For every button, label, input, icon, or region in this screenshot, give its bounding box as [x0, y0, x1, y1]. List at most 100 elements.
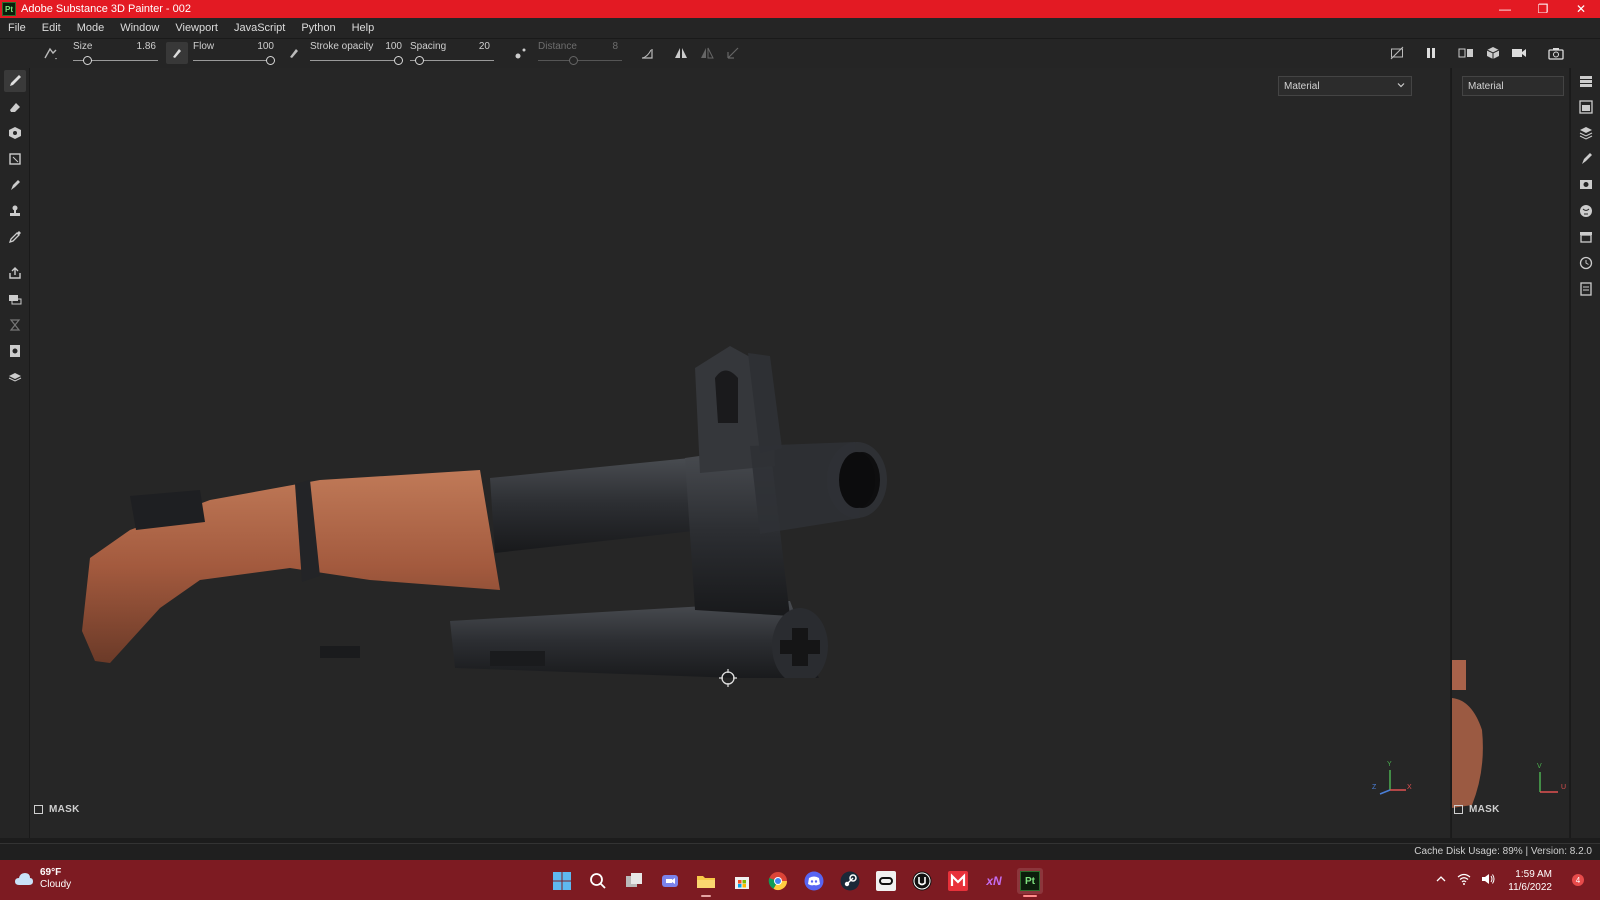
status-text: Cache Disk Usage: 89% | Version: 8.2.0: [1414, 846, 1592, 857]
bake-tool[interactable]: [4, 288, 26, 310]
screenshot-button[interactable]: [1545, 42, 1567, 64]
polygon-fill-tool[interactable]: [4, 148, 26, 170]
viewport-2d[interactable]: Material V U MASK: [1451, 68, 1569, 838]
symmetry-axis-button[interactable]: [722, 42, 744, 64]
smudge-tool[interactable]: [4, 174, 26, 196]
start-button[interactable]: [549, 868, 575, 894]
projection-tool[interactable]: [4, 122, 26, 144]
axis-y-label: Y: [1387, 761, 1392, 768]
shader-settings-button[interactable]: [1575, 200, 1597, 222]
menu-javascript[interactable]: JavaScript: [226, 22, 293, 34]
restore-icon: ❐: [1537, 2, 1549, 16]
flow-value[interactable]: 100: [240, 41, 274, 52]
chevron-up-icon[interactable]: [1435, 873, 1447, 885]
steam-button[interactable]: [837, 868, 863, 894]
distance-slider-track[interactable]: [538, 60, 622, 61]
menu-window[interactable]: Window: [112, 22, 167, 34]
channel-dropdown[interactable]: Material: [1278, 76, 1412, 96]
menu-help[interactable]: Help: [344, 22, 383, 34]
flow-slider-track[interactable]: [193, 60, 273, 61]
alignment-button[interactable]: [636, 42, 658, 64]
properties-button[interactable]: [1575, 148, 1597, 170]
pause-button[interactable]: [1420, 42, 1442, 64]
brush-preset-button[interactable]: [40, 42, 62, 64]
system-clock[interactable]: 1:59 AM 11/6/2022: [1508, 868, 1552, 894]
stroke-opacity-value[interactable]: 100: [370, 41, 402, 52]
rifle-3d-model[interactable]: [70, 338, 930, 678]
color-picker-tool[interactable]: [4, 226, 26, 248]
spacing-value[interactable]: 20: [460, 41, 490, 52]
speaker-icon[interactable]: [1481, 873, 1495, 885]
distance-slider-knob[interactable]: [569, 56, 578, 65]
menu-edit[interactable]: Edit: [34, 22, 69, 34]
symmetry-mirror-button[interactable]: [696, 42, 718, 64]
minimize-button[interactable]: —: [1486, 0, 1524, 18]
layers-button[interactable]: [1575, 122, 1597, 144]
oculus-button[interactable]: [873, 868, 899, 894]
search-button[interactable]: [585, 868, 611, 894]
size-label: Size: [73, 41, 93, 52]
menu-mode[interactable]: Mode: [69, 22, 113, 34]
menu-viewport[interactable]: Viewport: [167, 22, 226, 34]
history-button[interactable]: [1575, 252, 1597, 274]
iray-tool[interactable]: [4, 314, 26, 336]
spacing-slider-knob[interactable]: [415, 56, 424, 65]
discord-button[interactable]: [801, 868, 827, 894]
flow-slider-knob[interactable]: [266, 56, 275, 65]
microsoft-store-button[interactable]: [729, 868, 755, 894]
marmoset-button[interactable]: [945, 868, 971, 894]
display-mode-button[interactable]: [1482, 42, 1504, 64]
task-view-button[interactable]: [621, 868, 647, 894]
stroke-opacity-slider-knob[interactable]: [394, 56, 403, 65]
crosshair-cursor-icon: [719, 669, 737, 687]
weather-widget[interactable]: 69°F Cloudy: [14, 867, 71, 891]
teams-chat-button[interactable]: [657, 868, 683, 894]
menu-python[interactable]: Python: [293, 22, 343, 34]
eraser-tool[interactable]: [4, 96, 26, 118]
stroke-opacity-slider-track[interactable]: [310, 60, 402, 61]
notification-badge[interactable]: 4: [1572, 874, 1584, 886]
xnormal-button[interactable]: xN: [981, 868, 1007, 894]
viewport-3d[interactable]: Material Y X Z MASK: [30, 68, 1450, 838]
flow-pressure-button[interactable]: [166, 42, 188, 64]
camera-button[interactable]: [1508, 42, 1530, 64]
mask-checkbox[interactable]: [34, 805, 43, 814]
uv-channel-dropdown[interactable]: Material: [1462, 76, 1564, 96]
paint-tool[interactable]: [4, 70, 26, 92]
mask-toggle-2d[interactable]: MASK: [1454, 804, 1500, 815]
mask-checkbox-2d[interactable]: [1454, 805, 1463, 814]
assets-button[interactable]: [1575, 226, 1597, 248]
distance-value[interactable]: 8: [590, 41, 618, 52]
wifi-icon[interactable]: [1457, 873, 1471, 885]
chrome-button[interactable]: [765, 868, 791, 894]
axis-z-label: Z: [1372, 784, 1377, 791]
uv-texture-preview: [1452, 660, 1483, 808]
bake-icon: [9, 295, 22, 305]
close-button[interactable]: ✕: [1562, 0, 1600, 18]
size-value[interactable]: 1.86: [120, 41, 156, 52]
layers-stack-button[interactable]: [1575, 70, 1597, 92]
mask-toggle[interactable]: MASK: [34, 804, 80, 815]
lazy-mouse-button[interactable]: [510, 42, 532, 64]
texture-set-list-button[interactable]: [1575, 96, 1597, 118]
log-button[interactable]: [1575, 278, 1597, 300]
texture-set-tool[interactable]: [4, 340, 26, 362]
clone-tool[interactable]: [4, 200, 26, 222]
restore-button[interactable]: ❐: [1524, 0, 1562, 18]
clock-date: 11/6/2022: [1508, 882, 1552, 893]
export-tool[interactable]: [4, 262, 26, 284]
uv-tool[interactable]: [4, 366, 26, 388]
file-explorer-button[interactable]: [693, 868, 719, 897]
substance-painter-button[interactable]: Pt: [1017, 868, 1043, 897]
symmetry-button[interactable]: [670, 42, 692, 64]
menu-file[interactable]: File: [0, 22, 34, 34]
brush-icon: [10, 75, 21, 86]
unreal-engine-button[interactable]: [909, 868, 935, 894]
view-mode-button[interactable]: [1455, 42, 1477, 64]
display-settings-button[interactable]: [1575, 174, 1597, 196]
size-slider-knob[interactable]: [83, 56, 92, 65]
alignment-icon: [642, 49, 653, 59]
display-settings-icon: [1580, 180, 1592, 189]
hide-ui-button[interactable]: [1386, 42, 1408, 64]
stroke-opacity-pressure-button[interactable]: [283, 42, 305, 64]
